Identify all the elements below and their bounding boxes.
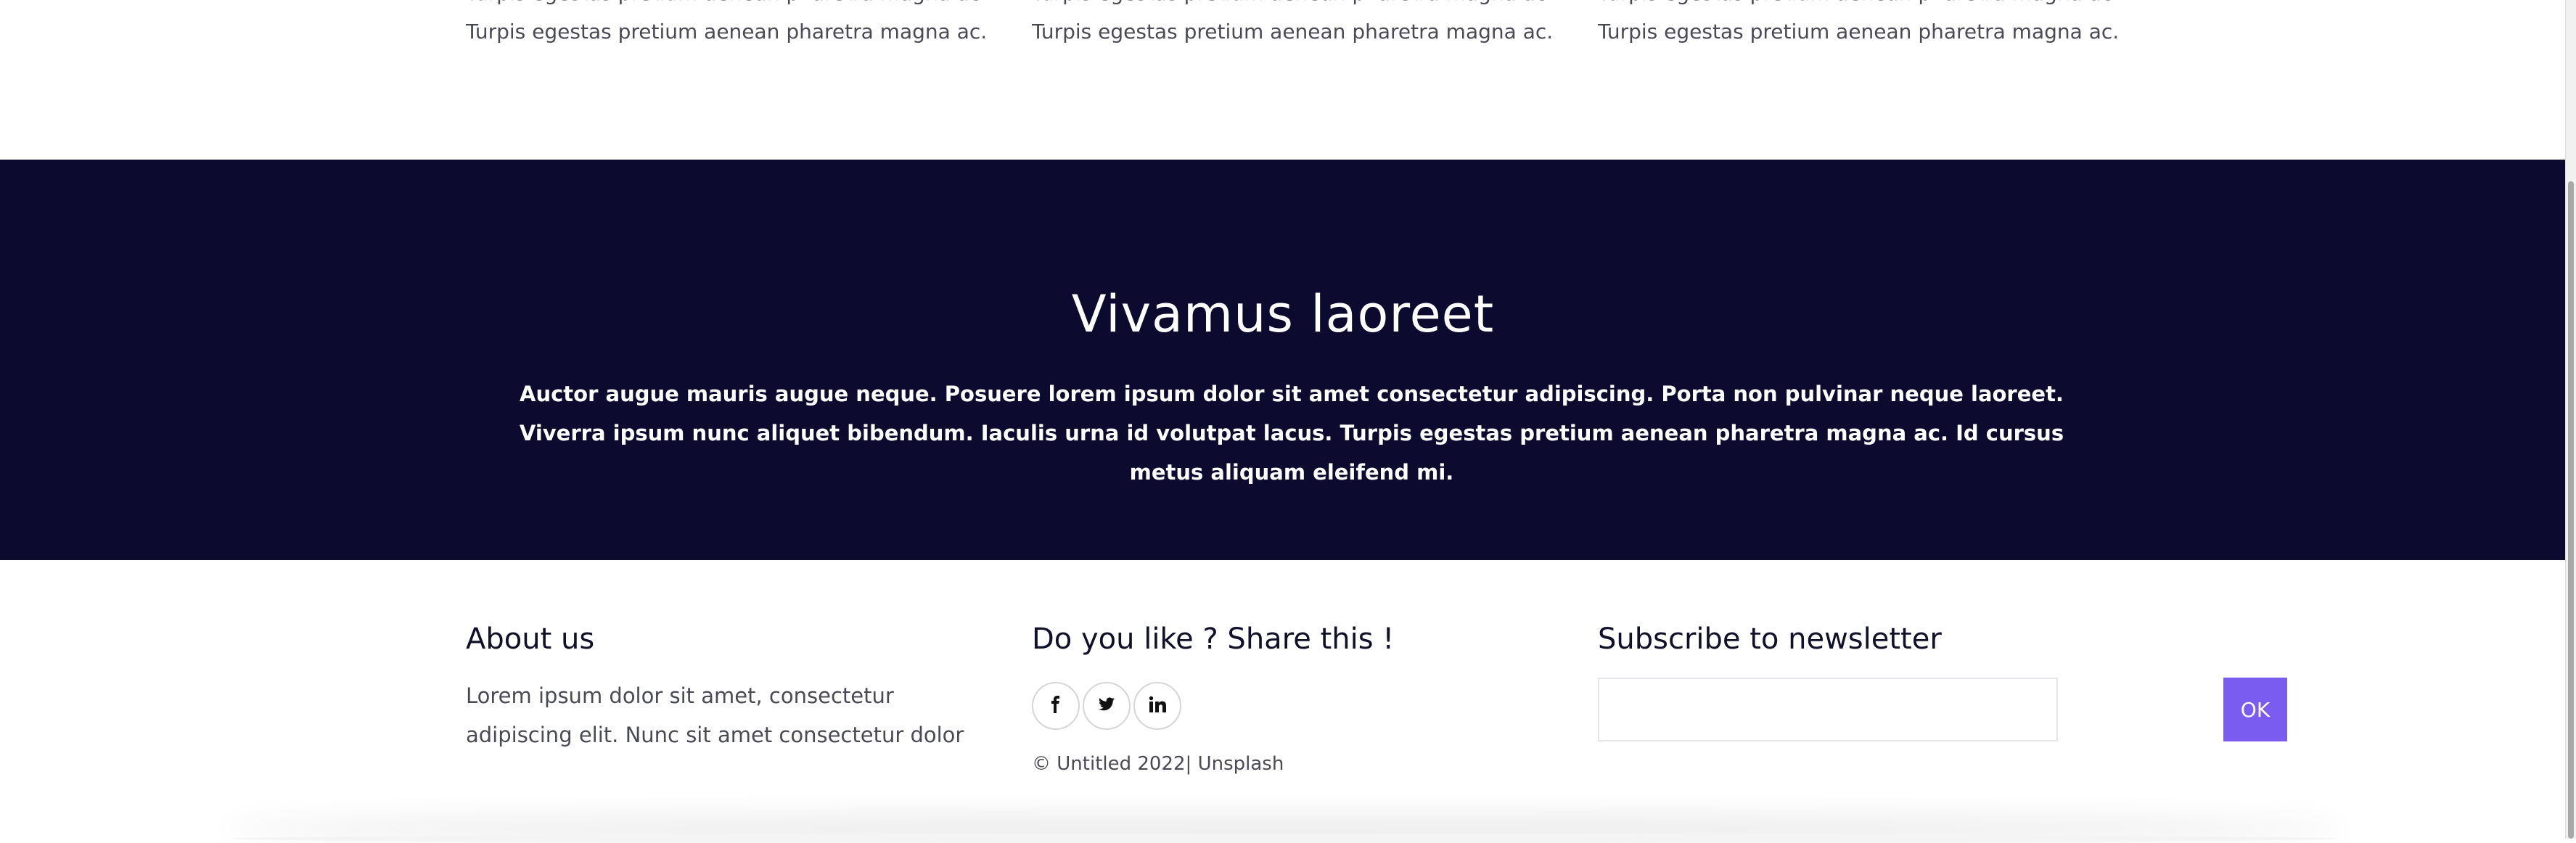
feature-text: Turpis egestas pretium aenean pharetra m… [1032,20,1554,44]
feature-text-clipped: Turpis egestas pretium aenean pharetra m… [1598,0,2119,13]
feature-text: Turpis egestas pretium aenean pharetra m… [1598,20,2120,44]
feature-text: Turpis egestas pretium aenean pharetra m… [466,20,988,44]
about-text: Lorem ipsum dolor sit amet, consectetur … [466,683,964,747]
twitter-icon [1098,696,1115,716]
features-row: Turpis egestas pretium aenean pharetra m… [0,0,2566,160]
page-scrollbar[interactable] [2565,0,2576,839]
facebook-icon [1047,696,1065,716]
feature-text-clipped: Turpis egestas pretium aenean pharetra m… [466,0,987,13]
hero-text: Auctor augue mauris augue neque. Posuere… [519,382,2064,485]
linkedin-button[interactable] [1133,682,1181,730]
twitter-button[interactable] [1083,682,1131,730]
feature-text-clipped: Turpis egestas pretium aenean pharetra m… [1032,0,1553,13]
footer: About us Lorem ipsum dolor sit amet, con… [0,560,2566,839]
scrollbar-thumb[interactable] [2568,181,2574,839]
newsletter-title: Subscribe to newsletter [1598,622,1942,656]
newsletter-submit-button[interactable]: OK [2223,678,2287,741]
hero-banner: Vivamus laoreet Auctor augue mauris augu… [0,160,2566,560]
share-title: Do you like ? Share this ! [1032,622,1395,656]
facebook-button[interactable] [1032,682,1080,730]
hero-title: Vivamus laoreet [1071,284,1495,344]
copyright-text: © Untitled 2022| Unsplash [1032,753,1284,775]
bottom-shadow [232,834,2337,843]
social-buttons [1032,682,1181,730]
about-title: About us [466,622,595,656]
newsletter-email-input[interactable] [1598,678,2058,741]
linkedin-icon [1149,696,1166,716]
